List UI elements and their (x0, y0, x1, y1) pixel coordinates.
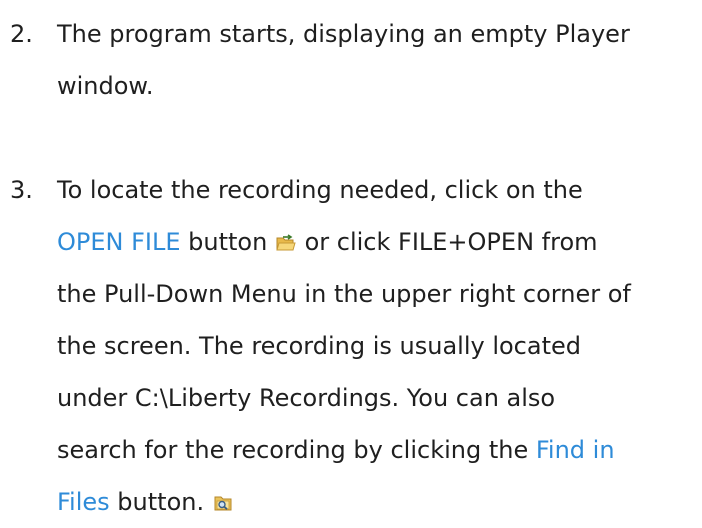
step-text: To locate the recording needed, click on… (57, 164, 697, 528)
step-line: The program starts, displaying an empty … (57, 20, 630, 48)
step-line: under C:\Liberty Recordings. You can als… (57, 384, 556, 412)
step-text-segment: or click FILE+OPEN from (296, 228, 598, 256)
step-number: 3. (10, 176, 33, 204)
step-line: To locate the recording needed, click on… (57, 176, 583, 204)
find-in-files-link-part2[interactable]: Files (57, 488, 110, 516)
step-text-segment: search for the recording by clicking the (57, 436, 536, 464)
step-line: the screen. The recording is usually loc… (57, 332, 581, 360)
step-text: The program starts, displaying an empty … (57, 8, 697, 112)
find-in-files-link-part1[interactable]: Find in (536, 436, 615, 464)
step-line: window. (57, 72, 154, 100)
step-text-segment: button. (109, 488, 212, 516)
step-line: Files button. (57, 476, 697, 528)
open-folder-icon[interactable] (275, 233, 297, 253)
step-line: the Pull-Down Menu in the upper right co… (57, 280, 631, 308)
step-line: OPEN FILE button or click FILE+OPEN from (57, 216, 697, 268)
step-text-segment: button (180, 228, 275, 256)
step-number: 2. (10, 20, 33, 48)
open-file-link[interactable]: OPEN FILE (57, 228, 181, 256)
find-in-files-icon[interactable] (212, 493, 234, 513)
document-page: 2. The program starts, displaying an emp… (0, 0, 702, 527)
step-line: search for the recording by clicking the… (57, 424, 697, 476)
